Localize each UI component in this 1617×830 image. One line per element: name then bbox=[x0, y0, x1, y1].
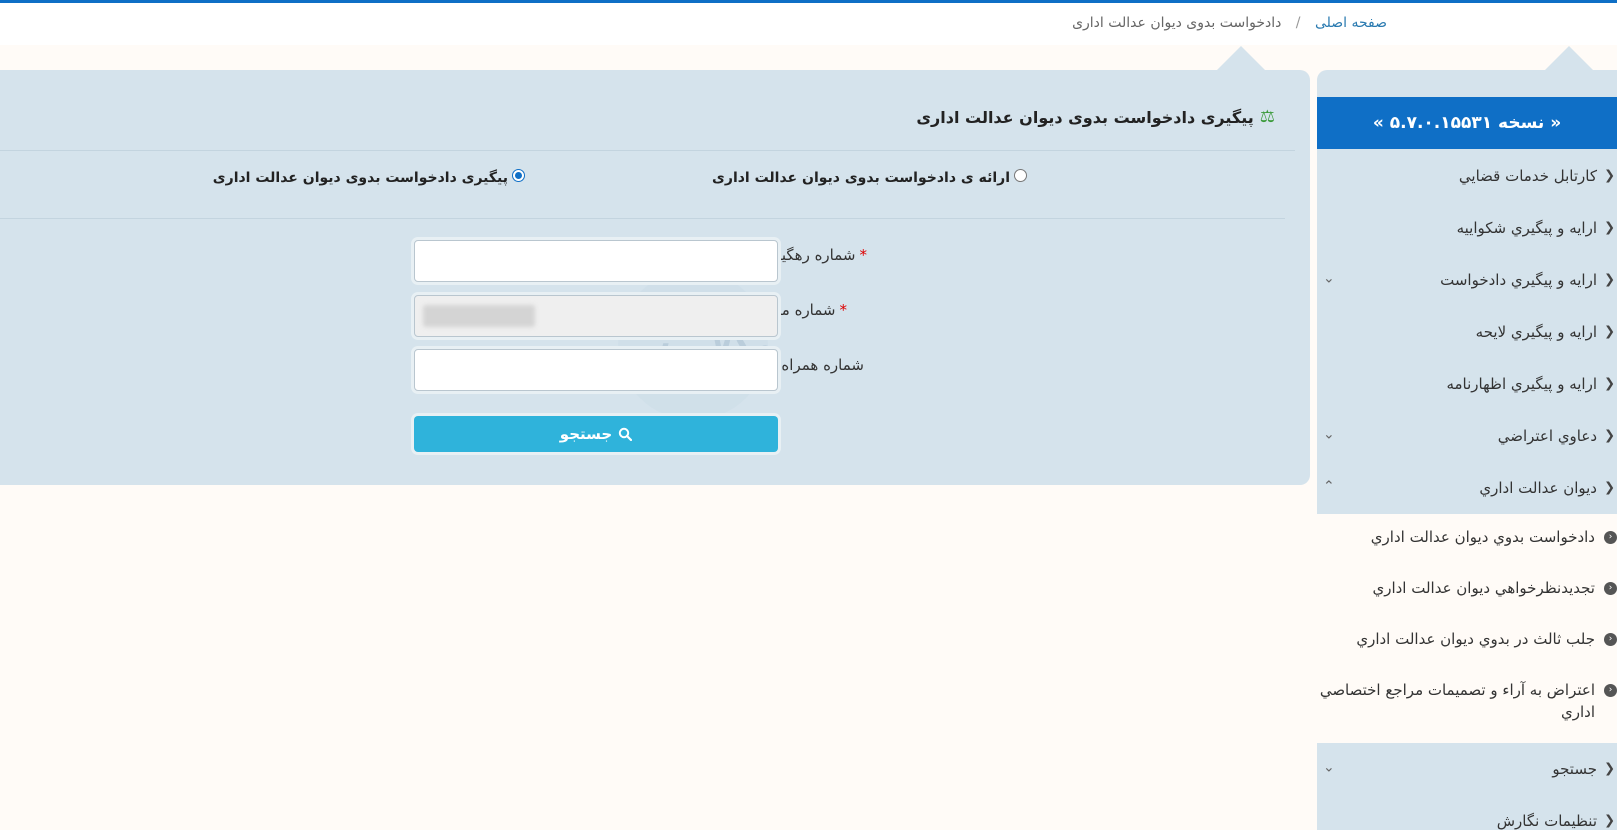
radio-option-submit[interactable]: ارائه ی دادخواست بدوی دیوان عدالت اداری bbox=[712, 168, 1027, 186]
mobile-number-label-text: شماره همراه bbox=[781, 356, 864, 374]
circle-chevron-icon: ‹ bbox=[1604, 684, 1617, 697]
required-mark: * bbox=[859, 246, 868, 264]
sidebar-item-bill[interactable]: ❮ ارايه و پيگيري لايحه bbox=[1317, 306, 1617, 358]
sidebar-item-declaration[interactable]: ❮ ارايه و پيگيري اظهارنامه bbox=[1317, 358, 1617, 410]
sidebar-subitem-label: اعتراض به آراء و تصميمات مراجع اختصاصي ا… bbox=[1319, 681, 1595, 721]
sidebar-item-label: تنظيمات نگارش bbox=[1496, 812, 1597, 830]
redacted-value bbox=[423, 305, 535, 327]
watermark-logo: وکلاپرس bbox=[614, 270, 772, 420]
circle-chevron-icon: ‹ bbox=[1604, 633, 1617, 646]
radio-submit[interactable] bbox=[1014, 168, 1027, 182]
sidebar: « نسخه ۵.۷.۰.۱۵۵۳۱ » ❮ كارتابل خدمات قضا… bbox=[1317, 70, 1617, 830]
sidebar-item-label: كارتابل خدمات قضايي bbox=[1458, 167, 1597, 185]
chevron-down-icon[interactable]: ⌄ bbox=[1323, 270, 1335, 286]
national-id-input[interactable] bbox=[414, 295, 778, 337]
chevron-left-icon: ❮ bbox=[1604, 220, 1615, 236]
chevron-left-icon: ❮ bbox=[1604, 428, 1615, 444]
chevron-left-icon: ❮ bbox=[1604, 272, 1615, 288]
chevron-left-icon: ❮ bbox=[1604, 813, 1615, 829]
radio-track-label: پیگیری دادخواست بدوی دیوان عدالت اداری bbox=[212, 170, 508, 186]
sidebar-subitem-initial-petition[interactable]: ‹ دادخواست بدوي ديوان عدالت اداري bbox=[1317, 514, 1617, 565]
sidebar-subitem-appeal[interactable]: ‹ تجديدنظرخواهي ديوان عدالت اداري bbox=[1317, 565, 1617, 616]
page-title-text: پیگیری دادخواست بدوی دیوان عدالت اداری bbox=[916, 107, 1254, 127]
chevron-left-icon: ❮ bbox=[1604, 168, 1615, 184]
sidebar-menu: ❮ كارتابل خدمات قضايي ❮ ارايه و پيگيري ش… bbox=[1317, 150, 1617, 830]
sidebar-item-label: ارايه و پيگيري شكواييه bbox=[1456, 219, 1597, 237]
sidebar-item-judicial-services[interactable]: ❮ كارتابل خدمات قضايي bbox=[1317, 150, 1617, 202]
chevron-left-icon: ❮ bbox=[1604, 480, 1615, 496]
main-panel: ⚖ پیگیری دادخواست بدوی دیوان عدالت اداری… bbox=[0, 70, 1310, 485]
scale-icon: ⚖ bbox=[1259, 107, 1275, 127]
required-mark: * bbox=[839, 301, 848, 319]
sidebar-item-label: جستجو bbox=[1552, 760, 1597, 778]
sidebar-item-objection-claims[interactable]: ❮ دعاوي اعتراضي ⌄ bbox=[1317, 410, 1617, 462]
sidebar-item-label: ارايه و پيگيري دادخواست bbox=[1440, 271, 1597, 289]
circle-chevron-icon: ‹ bbox=[1604, 582, 1617, 595]
panel-notch bbox=[1217, 46, 1265, 70]
radio-track[interactable] bbox=[512, 168, 525, 182]
search-icon bbox=[619, 427, 633, 441]
radio-submit-label: ارائه ی دادخواست بدوی دیوان عدالت اداری bbox=[712, 170, 1010, 186]
version-header: « نسخه ۵.۷.۰.۱۵۵۳۱ » bbox=[1317, 97, 1617, 149]
divider bbox=[0, 150, 1295, 151]
sidebar-item-label: ديوان عدالت اداري bbox=[1479, 479, 1597, 497]
sidebar-subitem-objection-rulings[interactable]: ‹ اعتراض به آراء و تصميمات مراجع اختصاصي… bbox=[1317, 667, 1617, 743]
sidebar-item-search[interactable]: ❮ جستجو ⌄ bbox=[1317, 743, 1617, 795]
chevron-down-icon[interactable]: ⌄ bbox=[1323, 426, 1335, 442]
mobile-number-label: شماره همراه bbox=[781, 356, 864, 374]
sidebar-item-label: ارايه و پيگيري اظهارنامه bbox=[1446, 375, 1597, 393]
breadcrumb-bar: صفحه اصلی / دادخواست بدوی دیوان عدالت اد… bbox=[0, 3, 1617, 45]
divider bbox=[0, 218, 1285, 219]
sidebar-submenu: ‹ دادخواست بدوي ديوان عدالت اداري ‹ تجدي… bbox=[1317, 514, 1617, 743]
sidebar-subitem-label: دادخواست بدوي ديوان عدالت اداري bbox=[1370, 528, 1595, 546]
breadcrumb-current: دادخواست بدوی دیوان عدالت اداری bbox=[1072, 15, 1282, 31]
sidebar-item-complaint[interactable]: ❮ ارايه و پيگيري شكواييه bbox=[1317, 202, 1617, 254]
tracking-number-input[interactable] bbox=[414, 240, 778, 282]
radio-option-track[interactable]: پیگیری دادخواست بدوی دیوان عدالت اداری bbox=[212, 168, 525, 186]
search-button-label: جستجو bbox=[559, 425, 613, 443]
sidebar-item-administrative-court[interactable]: ❮ ديوان عدالت اداري ⌃ bbox=[1317, 462, 1617, 514]
sidebar-subitem-third-party[interactable]: ‹ جلب ثالث در بدوي ديوان عدالت اداري bbox=[1317, 616, 1617, 667]
page-title: ⚖ پیگیری دادخواست بدوی دیوان عدالت اداری bbox=[916, 107, 1275, 127]
breadcrumb: صفحه اصلی / دادخواست بدوی دیوان عدالت اد… bbox=[1072, 15, 1387, 31]
sidebar-subitem-label: تجديدنظرخواهي ديوان عدالت اداري bbox=[1372, 579, 1595, 597]
chevron-left-icon: ❮ bbox=[1604, 324, 1615, 340]
sidebar-notch bbox=[1545, 46, 1593, 70]
search-button[interactable]: جستجو bbox=[414, 416, 778, 452]
sidebar-item-label: ارايه و پيگيري لايحه bbox=[1475, 323, 1597, 341]
chevron-left-icon: ❮ bbox=[1604, 761, 1615, 777]
sidebar-item-writing-settings[interactable]: ❮ تنظيمات نگارش bbox=[1317, 795, 1617, 830]
chevron-up-icon[interactable]: ⌃ bbox=[1323, 478, 1335, 494]
breadcrumb-separator: / bbox=[1295, 15, 1301, 31]
sidebar-subitem-label: جلب ثالث در بدوي ديوان عدالت اداري bbox=[1356, 630, 1595, 648]
sidebar-item-petition[interactable]: ❮ ارايه و پيگيري دادخواست ⌄ bbox=[1317, 254, 1617, 306]
circle-chevron-icon: ‹ bbox=[1604, 531, 1617, 544]
breadcrumb-home-link[interactable]: صفحه اصلی bbox=[1315, 15, 1387, 31]
mobile-number-input[interactable] bbox=[414, 349, 778, 391]
chevron-down-icon[interactable]: ⌄ bbox=[1323, 759, 1335, 775]
chevron-left-icon: ❮ bbox=[1604, 376, 1615, 392]
sidebar-item-label: دعاوي اعتراضي bbox=[1497, 427, 1597, 445]
